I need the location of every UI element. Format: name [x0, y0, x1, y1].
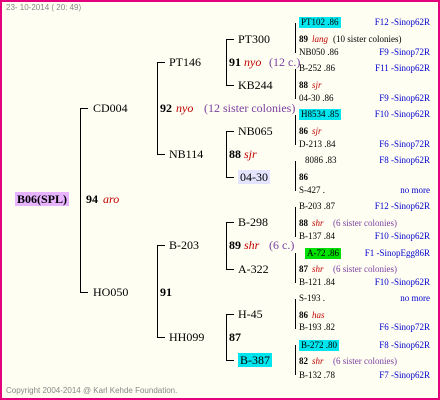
gen3-note: (10 sister colonies) — [333, 34, 402, 44]
gen3-id[interactable]: 04-30 — [238, 170, 270, 184]
gen3-id[interactable]: A-322 — [238, 262, 269, 276]
gen4-id[interactable]: B-137 .84 — [299, 231, 335, 242]
gen4-link[interactable]: no more — [364, 293, 430, 304]
queen-id[interactable]: B06(SPL) — [15, 192, 70, 206]
gen2-score: 89 — [229, 238, 241, 252]
gen3-race: lang — [312, 34, 329, 44]
gen4-link[interactable]: F10 -Sinop62R — [364, 277, 430, 288]
gen4-id[interactable]: B-272 .80 — [299, 340, 339, 351]
gen3-id[interactable]: B-387 — [238, 353, 272, 367]
gen3-score: 88 — [299, 218, 308, 228]
gen2-race: shr — [244, 238, 260, 252]
gen3-score: 89 — [299, 34, 308, 44]
gen4-id[interactable]: 04-30 .86 — [299, 93, 334, 104]
gen4-link[interactable]: F8 -Sinop62R — [364, 155, 430, 166]
gen3-score: 87 — [299, 264, 308, 274]
gen2-score: 88 — [229, 147, 241, 161]
gen3-race: sjr — [312, 126, 322, 136]
gen4-id[interactable]: 8086 .83 — [305, 155, 337, 166]
gen4-link[interactable]: F1 -SinopEgg86R — [364, 248, 430, 259]
gen2-id[interactable]: PT146 — [169, 55, 201, 69]
gen3-note: (6 sister colonies) — [333, 264, 397, 274]
gen4-link[interactable]: F6 -Sinop72R — [364, 322, 430, 333]
gen3-race: has — [312, 310, 325, 320]
gen4-id[interactable]: H8534 .85 — [299, 109, 341, 120]
gen1-note: (12 sister colonies) — [204, 101, 296, 115]
gen4-link[interactable]: F12 -Sinop62R — [364, 201, 430, 212]
gen4-link[interactable]: no more — [364, 185, 430, 196]
gen4-link[interactable]: F11 -Sinop62R — [364, 63, 430, 74]
gen2-id[interactable]: HH099 — [169, 330, 204, 344]
gen3-race: shr — [312, 264, 324, 274]
gen4-link[interactable]: F7 -Sinop62R — [364, 370, 430, 381]
gen1-race: nyo — [176, 101, 194, 115]
footer-copyright: Copyright 2004-2014 @ Karl Kehde Foundat… — [6, 386, 178, 395]
gen4-id[interactable]: B-121 .84 — [299, 277, 335, 288]
gen2-note: (12 c.) — [269, 55, 301, 69]
gen3-id[interactable]: H-45 — [238, 307, 263, 321]
gen3-race: sjr — [312, 80, 322, 90]
gen3-score: 82 — [299, 356, 308, 366]
gen2-race: sjr — [244, 147, 257, 161]
gen1-id[interactable]: CD004 — [93, 101, 128, 115]
gen1-id[interactable]: HO050 — [93, 285, 128, 299]
queen-race: aro — [103, 192, 120, 206]
gen4-link[interactable]: F10 -Sinop62R — [364, 109, 430, 120]
gen2-score: 87 — [229, 330, 241, 344]
gen1-score: 92 — [160, 101, 172, 115]
gen3-id[interactable]: PT300 — [238, 32, 270, 46]
gen3-id[interactable]: NB065 — [238, 124, 273, 138]
gen4-link[interactable]: F10 -Sinop62R — [364, 231, 430, 242]
gen4-link[interactable]: F9 -Sinop72R — [364, 47, 430, 58]
gen2-id[interactable]: B-203 — [169, 238, 199, 252]
gen4-id[interactable]: B-203 .87 — [299, 201, 335, 212]
gen4-id[interactable]: B-193 .82 — [299, 322, 335, 333]
gen3-score: 86 — [299, 126, 308, 136]
gen4-id[interactable]: A-72 .86 — [305, 248, 341, 259]
gen2-race: nyo — [244, 55, 262, 69]
gen2-id[interactable]: NB114 — [169, 147, 203, 161]
gen3-score: 88 — [299, 80, 308, 90]
gen3-race: shr — [312, 356, 324, 366]
gen3-score: 86 — [299, 172, 308, 182]
gen3-race: shr — [312, 218, 324, 228]
gen3-score: 86 — [299, 310, 308, 320]
gen3-note: (6 sister colonies) — [333, 356, 397, 366]
gen4-id[interactable]: D-213 .84 — [299, 139, 336, 150]
gen4-id[interactable]: PT102 .86 — [299, 17, 341, 28]
gen1-score: 91 — [160, 285, 172, 299]
gen4-id[interactable]: S-193 . — [299, 293, 325, 304]
gen4-link[interactable]: F6 -Sinop72R — [364, 139, 430, 150]
gen4-link[interactable]: F12 -Sinop62R — [364, 17, 430, 28]
gen2-score: 91 — [229, 55, 241, 69]
gen3-id[interactable]: KB244 — [238, 78, 273, 92]
gen4-id[interactable]: B-252 .86 — [299, 63, 335, 74]
gen4-link[interactable]: F9 -Sinop62R — [364, 93, 430, 104]
header-date: 23- 10-2014 ( 20: 49) — [6, 3, 82, 12]
gen4-id[interactable]: S-427 . — [299, 185, 325, 196]
gen3-id[interactable]: B-298 — [238, 215, 268, 229]
gen4-id[interactable]: NB050 .86 — [299, 47, 339, 58]
gen4-id[interactable]: B-132 .78 — [299, 370, 335, 381]
gen4-link[interactable]: F8 -Sinop62R — [364, 340, 430, 351]
queen-score: 94 — [86, 192, 98, 206]
gen2-note: (6 c.) — [269, 238, 295, 252]
gen3-note: (6 sister colonies) — [333, 218, 397, 228]
